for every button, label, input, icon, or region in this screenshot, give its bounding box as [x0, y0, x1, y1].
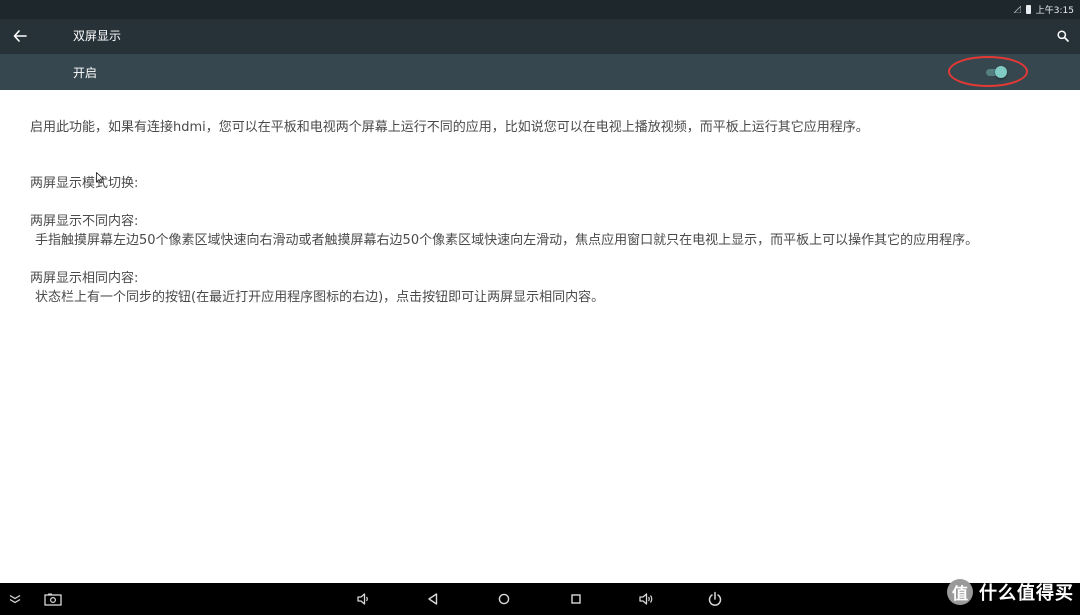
back-icon: [428, 593, 438, 605]
home-button[interactable]: [492, 587, 516, 611]
power-icon: [708, 591, 722, 606]
watermark-logo: 值: [947, 579, 973, 605]
screenshot-icon: [44, 593, 62, 606]
volume-down-button[interactable]: [351, 587, 375, 611]
watermark-text: 什么值得买: [979, 583, 1074, 604]
back-button[interactable]: [8, 24, 32, 48]
description-content: 启用此功能，如果有连接hdmi，您可以在平板和电视两个屏幕上运行不同的应用，比如…: [30, 118, 1060, 307]
status-time: 上午3:15: [1035, 6, 1074, 16]
search-icon: [1057, 30, 1069, 42]
search-button[interactable]: [1052, 25, 1074, 47]
collapse-button[interactable]: [3, 587, 27, 611]
different-content-heading: 两屏显示不同内容:: [30, 214, 139, 229]
switch-label: 开启: [73, 66, 98, 80]
collapse-icon: [9, 594, 21, 604]
volume-down-icon: [357, 593, 368, 605]
recents-icon: [571, 594, 581, 604]
page-title: 双屏显示: [73, 29, 122, 43]
volume-up-button[interactable]: [634, 587, 658, 611]
different-content-body: 手指触摸屏幕左边50个像素区域快速向右滑动或者触摸屏幕右边50个像素区域快速向左…: [35, 233, 979, 248]
screen: 上午3:15 双屏显示 开启 启用此功能，如果有连接hdmi，您可以在平板和电视…: [0, 0, 1080, 615]
screenshot-button[interactable]: [41, 587, 65, 611]
toolbar: 双屏显示: [0, 19, 1080, 54]
watermark: 值 什么值得买: [947, 575, 1074, 609]
battery-icon: [1025, 5, 1031, 14]
master-switch-bar[interactable]: 开启: [0, 54, 1080, 90]
power-button[interactable]: [703, 587, 727, 611]
signal-icon: [1013, 6, 1021, 13]
enable-toggle[interactable]: [984, 65, 1010, 79]
same-content-heading: 两屏显示相同内容:: [30, 271, 139, 286]
toggle-thumb: [995, 66, 1007, 78]
same-content-body: 状态栏上有一个同步的按钮(在最近打开应用程序图标的右边)，点击按钮即可让两屏显示…: [35, 290, 605, 305]
home-icon: [498, 593, 510, 605]
intro-text: 启用此功能，如果有连接hdmi，您可以在平板和电视两个屏幕上运行不同的应用，比如…: [30, 120, 869, 135]
status-icons: 上午3:15: [1013, 3, 1074, 16]
navigation-bar: [0, 583, 1080, 615]
volume-up-icon: [639, 593, 653, 605]
mouse-cursor-icon: [96, 172, 104, 184]
mode-heading: 两屏显示模式切换:: [30, 176, 139, 191]
recents-button[interactable]: [564, 587, 588, 611]
nav-back-button[interactable]: [421, 587, 445, 611]
status-bar: 上午3:15: [0, 0, 1080, 19]
back-arrow-icon: [13, 30, 27, 42]
